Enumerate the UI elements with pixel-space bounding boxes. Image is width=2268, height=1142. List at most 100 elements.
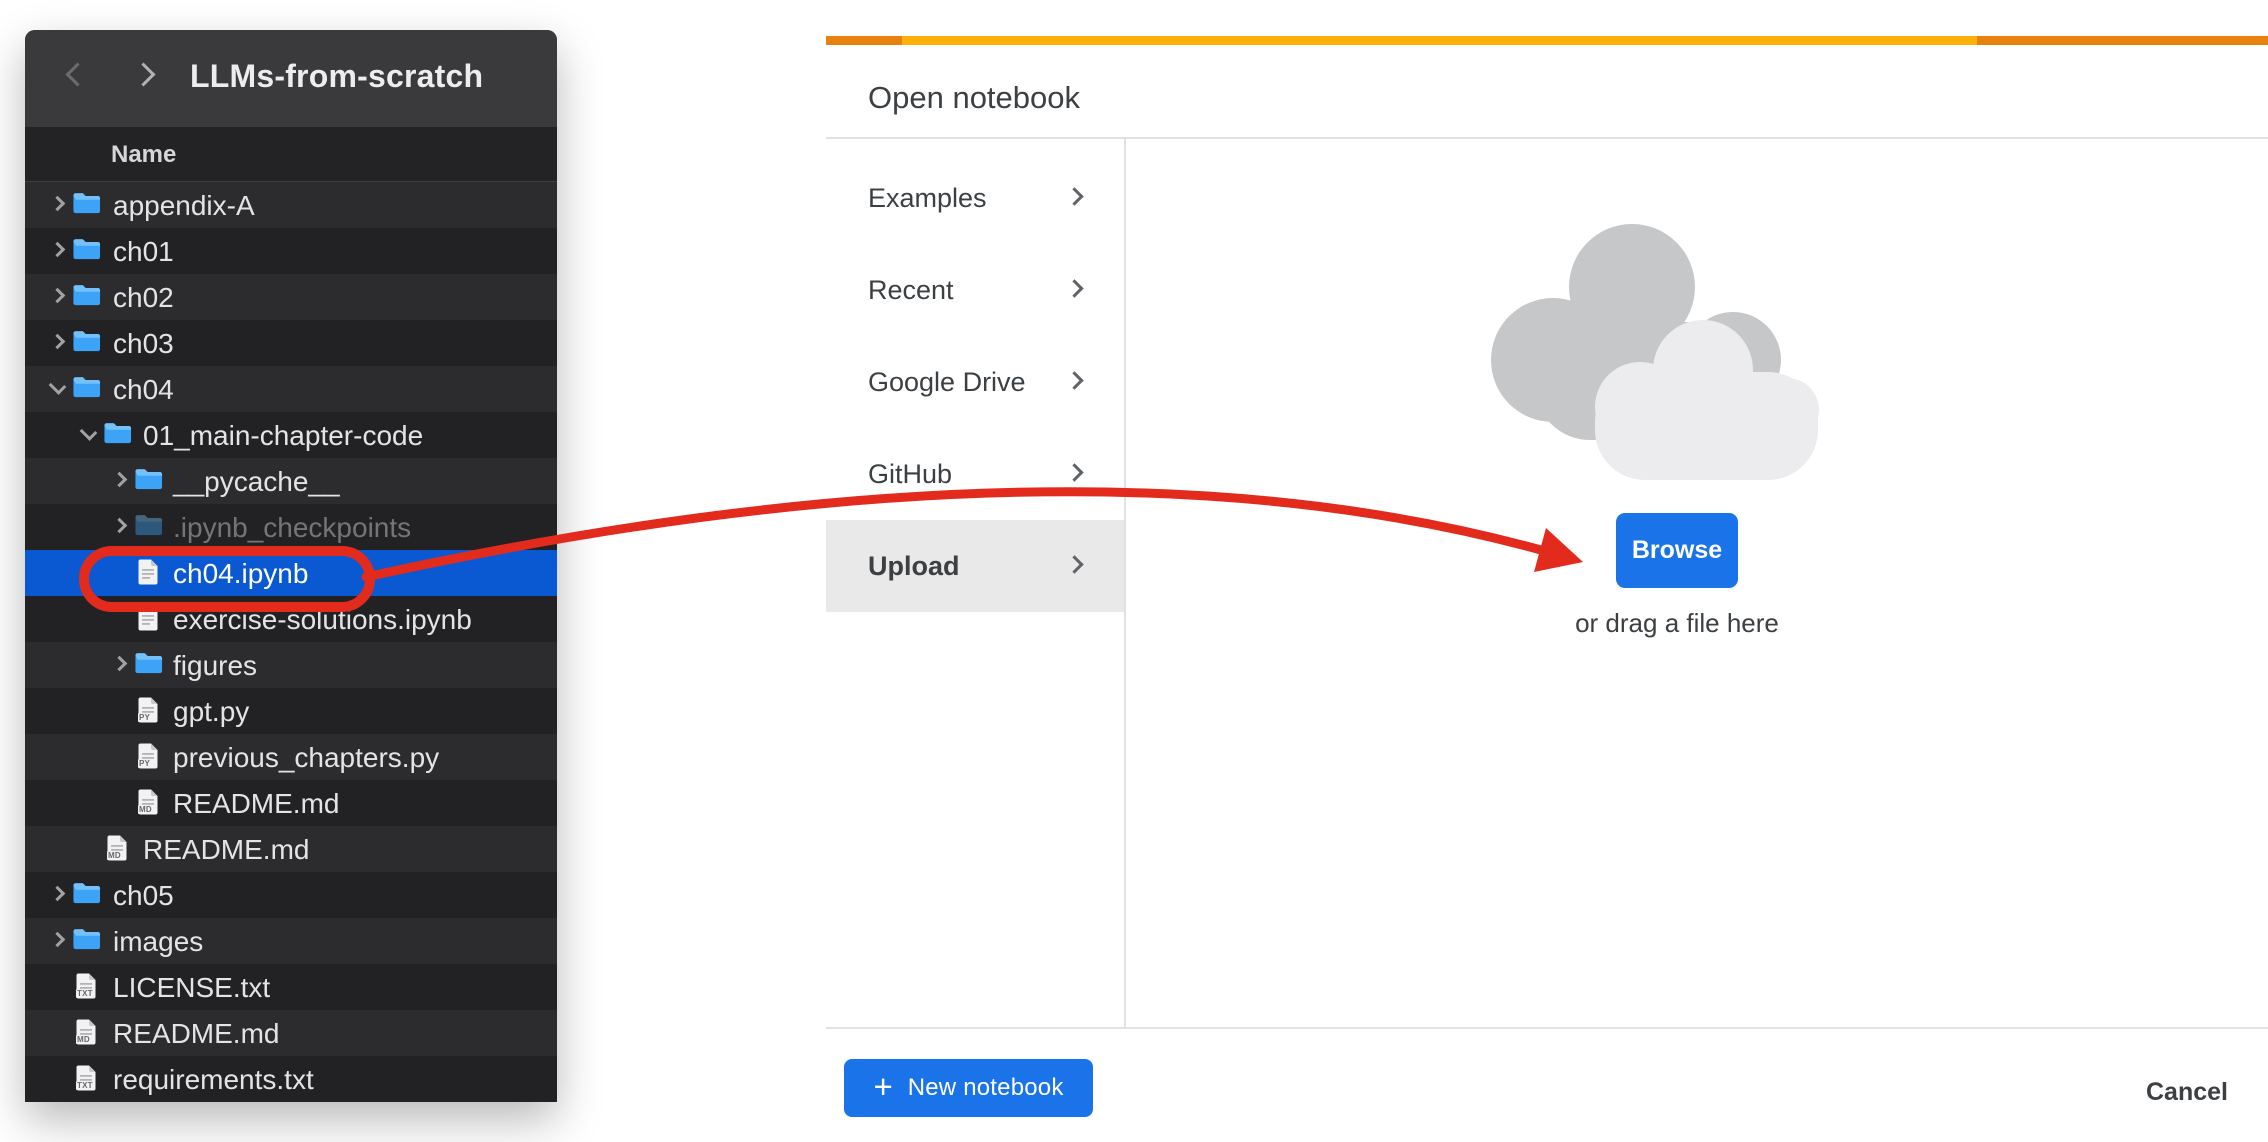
tree-row-label: LICENSE.txt — [113, 972, 270, 1004]
chevron-down-icon[interactable] — [83, 428, 94, 439]
tree-row-appendix-a[interactable]: appendix-A — [25, 182, 557, 228]
plus-icon: + — [873, 1070, 892, 1103]
tree-row-label: README.md — [173, 788, 339, 820]
file-type-badge: MD — [107, 851, 122, 860]
tree-row-previous-chapters-py[interactable]: PY previous_chapters.py — [25, 734, 557, 780]
tree-row-readme-md[interactable]: MD README.md — [25, 826, 557, 872]
folder-icon — [72, 926, 101, 950]
browse-button[interactable]: Browse — [1616, 513, 1738, 588]
file-icon-wrap: MD — [106, 834, 128, 862]
chevron-right-icon[interactable] — [52, 198, 63, 209]
tree-row-label: ch04.ipynb — [173, 558, 308, 590]
chevron-right-icon[interactable] — [114, 520, 125, 531]
upload-clouds-illustration — [1475, 222, 1820, 484]
drag-file-hint: or drag a file here — [1527, 608, 1827, 639]
finder-column-header[interactable]: Name — [25, 127, 557, 182]
tree-row--ipynb-checkpoints[interactable]: .ipynb_checkpoints — [25, 504, 557, 550]
tree-row-ch01[interactable]: ch01 — [25, 228, 557, 274]
chevron-right-icon[interactable] — [52, 336, 63, 347]
chevron-right-icon[interactable] — [114, 658, 125, 669]
menu-item-label: Upload — [868, 551, 960, 582]
tree-row-ch05[interactable]: ch05 — [25, 872, 557, 918]
tree-row-readme-md[interactable]: MDREADME.md — [25, 780, 557, 826]
tree-row-label: README.md — [113, 1018, 279, 1050]
divider — [826, 1027, 2268, 1029]
tree-row-label: figures — [173, 650, 257, 682]
folder-icon-wrap — [72, 236, 101, 260]
file-icon-wrap: TXT — [75, 1064, 97, 1092]
folder-icon — [134, 466, 163, 490]
menu-item-google-drive[interactable]: Google Drive — [826, 336, 1124, 428]
source-menu: Examples Recent Google Drive GitHub Upload — [826, 152, 1124, 612]
finder-window-title: LLMs-from-scratch — [190, 58, 483, 95]
tree-row-requirements-txt[interactable]: TXT requirements.txt — [25, 1056, 557, 1102]
menu-item-examples[interactable]: Examples — [826, 152, 1124, 244]
chevron-right-icon[interactable] — [114, 474, 125, 485]
tree-row-label: README.md — [143, 834, 309, 866]
tree-row-gpt-py[interactable]: PYgpt.py — [25, 688, 557, 734]
tree-row-ch02[interactable]: ch02 — [25, 274, 557, 320]
folder-icon-wrap — [72, 926, 101, 950]
chevron-right-icon — [1068, 282, 1081, 295]
cancel-button[interactable]: Cancel — [2136, 1070, 2238, 1115]
tree-row-label: .ipynb_checkpoints — [173, 512, 411, 544]
finder-window: LLMs-from-scratch Name appendix-A ch01 ch0… — [25, 30, 557, 1102]
file-type-badge: MD — [76, 1035, 91, 1044]
tree-row-label: ch02 — [113, 282, 174, 314]
tree-row-01-main-chapter-code[interactable]: 01_main-chapter-code — [25, 412, 557, 458]
chevron-right-icon[interactable] — [52, 290, 63, 301]
tree-row-ch03[interactable]: ch03 — [25, 320, 557, 366]
file-icon-wrap: MD — [75, 1018, 97, 1046]
chevron-right-icon[interactable] — [52, 244, 63, 255]
divider — [1124, 139, 1126, 1027]
menu-item-label: GitHub — [868, 459, 952, 490]
tree-row--pycache-[interactable]: __pycache__ — [25, 458, 557, 504]
file-type-badge: TXT — [76, 989, 94, 998]
folder-icon — [134, 512, 163, 536]
folder-icon-wrap — [72, 328, 101, 352]
folder-icon — [72, 374, 101, 398]
chevron-down-icon[interactable] — [52, 382, 63, 393]
tree-row-exercise-solutions-ipynb[interactable]: exercise-solutions.ipynb — [25, 596, 557, 642]
tree-row-label: previous_chapters.py — [173, 742, 439, 774]
folder-icon — [72, 190, 101, 214]
file-type-badge: PY — [138, 759, 151, 768]
forward-chevron-icon[interactable] — [135, 66, 152, 83]
tree-row-figures[interactable]: figures — [25, 642, 557, 688]
tree-row-label: appendix-A — [113, 190, 255, 222]
chevron-right-icon — [1068, 374, 1081, 387]
tree-row-label: __pycache__ — [173, 466, 340, 498]
loading-bar-segment — [1977, 36, 2268, 45]
chevron-right-icon[interactable] — [52, 934, 63, 945]
menu-item-github[interactable]: GitHub — [826, 428, 1124, 520]
folder-icon — [72, 282, 101, 306]
file-icon-wrap: PY — [137, 742, 159, 770]
menu-item-recent[interactable]: Recent — [826, 244, 1124, 336]
menu-item-label: Google Drive — [868, 367, 1026, 398]
tree-row-label: ch03 — [113, 328, 174, 360]
tree-row-ch04[interactable]: ch04 — [25, 366, 557, 412]
folder-icon-wrap — [72, 374, 101, 398]
new-notebook-button[interactable]: + New notebook — [844, 1059, 1093, 1117]
chevron-right-icon[interactable] — [52, 888, 63, 899]
document-icon — [137, 604, 159, 632]
chevron-right-icon — [1068, 558, 1081, 571]
folder-icon — [134, 650, 163, 674]
folder-icon — [72, 328, 101, 352]
chevron-right-icon — [1068, 190, 1081, 203]
folder-icon-wrap — [72, 880, 101, 904]
back-chevron-icon[interactable] — [69, 66, 86, 83]
file-icon-wrap: TXT — [75, 972, 97, 1000]
tree-row-label: requirements.txt — [113, 1064, 314, 1096]
folder-icon — [103, 420, 132, 444]
loading-bar-segment — [902, 36, 1977, 45]
file-type-badge: PY — [138, 713, 151, 722]
dialog-title: Open notebook — [868, 80, 1080, 116]
tree-row-ch04-ipynb[interactable]: ch04.ipynb — [25, 550, 557, 596]
tree-row-images[interactable]: images — [25, 918, 557, 964]
tree-row-license-txt[interactable]: TXT LICENSE.txt — [25, 964, 557, 1010]
menu-item-upload[interactable]: Upload — [826, 520, 1124, 612]
tree-row-readme-md[interactable]: MD README.md — [25, 1010, 557, 1056]
menu-item-label: Recent — [868, 275, 954, 306]
folder-icon — [72, 236, 101, 260]
